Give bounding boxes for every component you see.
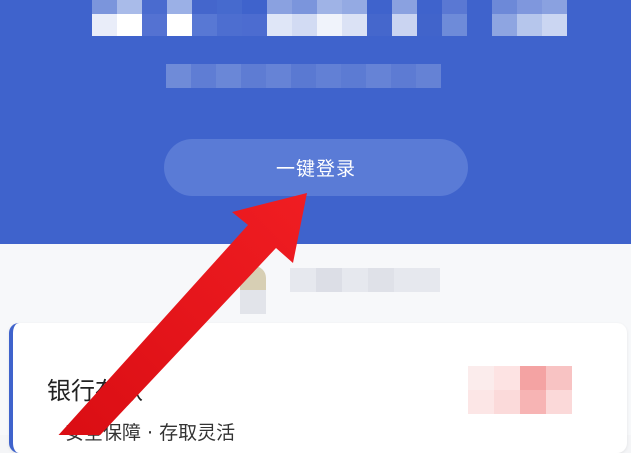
annotation-arrow-icon [58,193,307,435]
